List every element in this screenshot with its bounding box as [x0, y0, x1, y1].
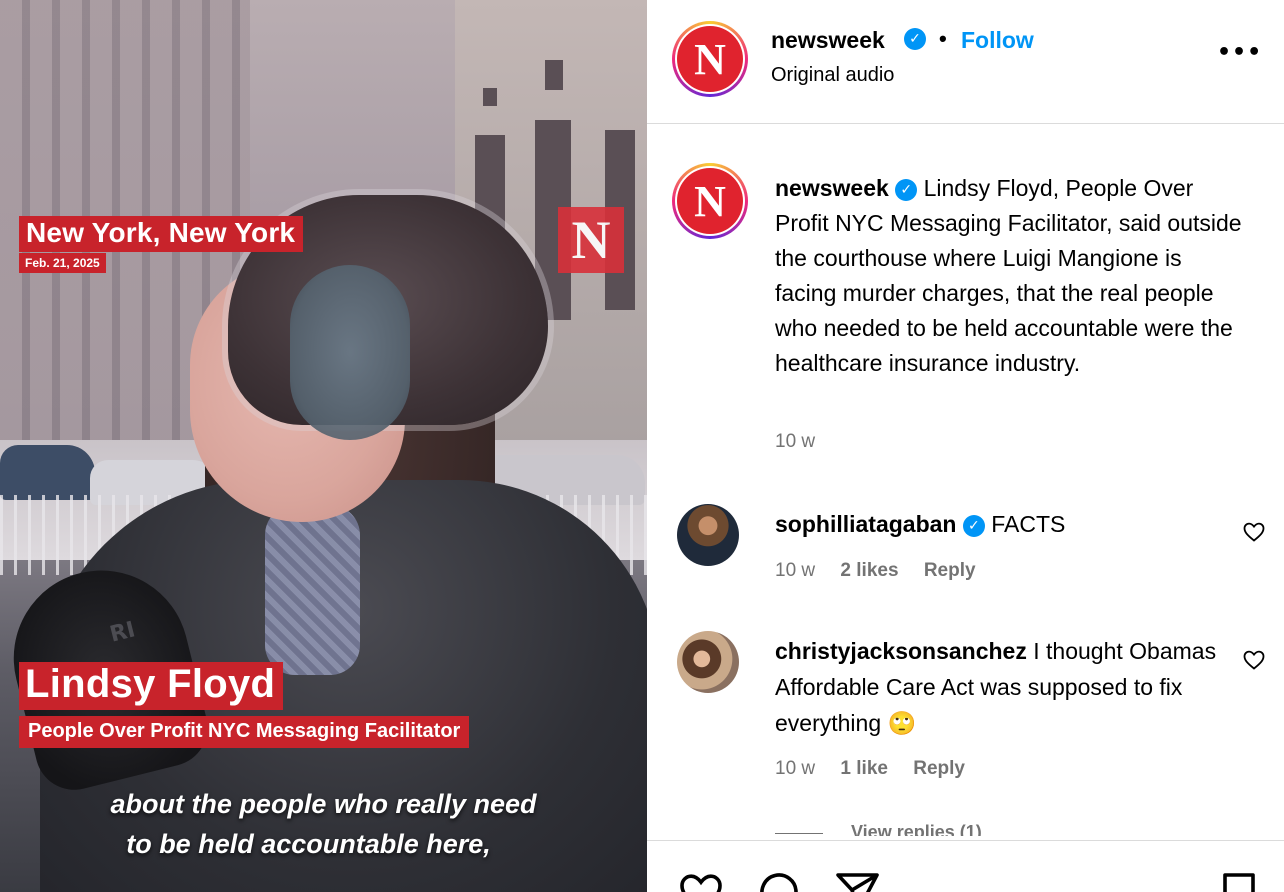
parked-car [0, 445, 95, 500]
reply-button[interactable]: Reply [924, 560, 976, 581]
comment-username[interactable]: sophilliatagaban [775, 511, 956, 537]
caption-username[interactable]: newsweek [775, 175, 889, 201]
video-subtitle: about the people who really need to be h… [0, 784, 647, 864]
speaker-name-lower-third: Lindsy Floyd [19, 662, 284, 710]
location-lower-third: New York, New York [19, 216, 304, 252]
save-bookmark-icon[interactable] [1219, 869, 1259, 892]
verified-badge-icon: ✓ [904, 28, 926, 50]
video-player[interactable]: RI New York, New York Feb. 21, 2025 N Li… [0, 0, 647, 892]
post-timestamp[interactable]: 10 w [775, 431, 815, 453]
comment-meta: 10 w 1 like Reply [775, 758, 985, 780]
newsweek-logo-icon: N [677, 168, 743, 234]
replies-divider-line [775, 832, 823, 834]
earmuff [290, 265, 410, 440]
comment-meta: 10 w 2 likes Reply [775, 560, 996, 582]
share-paper-plane-icon[interactable] [833, 869, 881, 892]
date-lower-third: Feb. 21, 2025 [19, 253, 106, 273]
comment-time[interactable]: 10 w [775, 758, 815, 779]
speaker-role-lower-third: People Over Profit NYC Messaging Facilit… [19, 716, 470, 748]
comment-likes[interactable]: 2 likes [840, 560, 898, 581]
post-panel: N newsweek ✓ • Follow Original audio •••… [647, 0, 1284, 892]
reply-button[interactable]: Reply [913, 758, 965, 779]
newsweek-watermark-logo: N [558, 207, 624, 273]
comment-body: FACTS [991, 511, 1066, 537]
eye-roll-emoji: 🙄 [887, 710, 917, 736]
subtitle-line-1: about the people who really need [110, 789, 537, 819]
commenter-avatar[interactable] [677, 504, 739, 566]
caption-body: Lindsy Floyd, People Over Profit NYC Mes… [775, 175, 1242, 376]
commenter-avatar[interactable] [677, 631, 739, 693]
view-replies-label: View replies (1) [851, 822, 982, 836]
comment-bubble-icon[interactable] [755, 869, 803, 892]
post-header: N newsweek ✓ • Follow Original audio ••• [647, 0, 1284, 124]
person-scarf [265, 505, 360, 675]
separator-dot: • [939, 26, 947, 51]
comment-time[interactable]: 10 w [775, 560, 815, 581]
subtitle-line-2: to be held accountable here, [126, 829, 491, 859]
caption-text: newsweek ✓ Lindsy Floyd, People Over Pro… [775, 171, 1245, 381]
comment-likes[interactable]: 1 like [840, 758, 888, 779]
comment-username[interactable]: christyjacksonsanchez [775, 638, 1027, 664]
newsweek-logo-icon: N [677, 26, 743, 92]
verified-badge-icon: ✓ [895, 179, 918, 201]
follow-button[interactable]: Follow [961, 27, 1034, 54]
account-username[interactable]: newsweek [771, 27, 885, 54]
original-audio-link[interactable]: Original audio [771, 64, 894, 87]
caption-avatar[interactable]: N [672, 163, 748, 239]
like-comment-heart-icon[interactable] [1241, 648, 1267, 672]
like-comment-heart-icon[interactable] [1241, 520, 1267, 544]
like-heart-icon[interactable] [677, 869, 725, 892]
comment-text: christyjacksonsanchez I thought Obamas A… [775, 633, 1225, 741]
comment-text: sophilliatagaban ✓ FACTS [775, 506, 1225, 542]
account-avatar[interactable]: N [672, 21, 748, 97]
view-replies-button[interactable]: View replies (1) [775, 822, 982, 836]
verified-badge-icon: ✓ [962, 515, 985, 537]
more-options-button[interactable]: ••• [1217, 40, 1262, 65]
post-action-bar [647, 840, 1284, 892]
